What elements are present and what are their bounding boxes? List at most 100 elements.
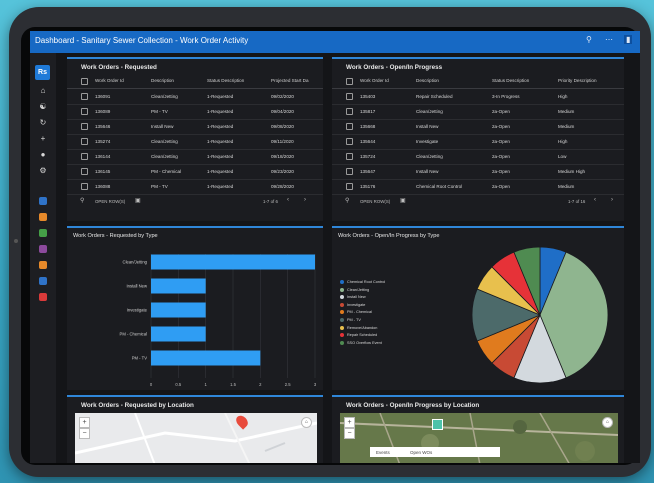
- zoom-in-button[interactable]: +: [79, 417, 90, 428]
- table-row[interactable]: 135176 Chemical Root Control 2a-Open Medium: [332, 179, 624, 195]
- network-icon[interactable]: ☯: [38, 102, 48, 112]
- table-icon[interactable]: ▣: [135, 197, 141, 204]
- bar[interactable]: [151, 350, 261, 366]
- zoom-out-button[interactable]: −: [344, 428, 355, 439]
- column-header[interactable]: Description: [151, 78, 174, 83]
- table-row[interactable]: 136091 Clean/Jetting 1-Requested 09/02/2020: [67, 89, 323, 105]
- table-row[interactable]: 135668 Install New 2a-Open Medium: [332, 119, 624, 135]
- table-cell: 09/04/2020: [271, 109, 294, 114]
- row-checkbox[interactable]: [346, 153, 353, 160]
- plus-icon[interactable]: +: [38, 134, 48, 144]
- search-icon[interactable]: ⚲: [586, 35, 592, 44]
- table-cell: 135668: [360, 124, 376, 129]
- table-row[interactable]: 136145 PM - Chemical 1-Requested 09/23/2020: [67, 164, 323, 180]
- bar[interactable]: [151, 302, 206, 318]
- column-header[interactable]: Priority Description: [558, 78, 597, 83]
- column-header[interactable]: Status Description: [492, 78, 529, 83]
- app-icon-6[interactable]: [39, 277, 47, 285]
- category-label: PM - TV: [132, 356, 147, 361]
- table-cell: Investigate: [416, 139, 439, 144]
- more-icon[interactable]: ⋯: [605, 35, 613, 44]
- history-icon[interactable]: ↻: [38, 118, 48, 128]
- sidebar: Rs ⌂ ☯ ↻ + ● ⚙: [30, 53, 56, 463]
- requested-map[interactable]: + − ⌂: [75, 413, 317, 463]
- row-checkbox[interactable]: [346, 138, 353, 145]
- row-checkbox[interactable]: [346, 183, 353, 190]
- row-checkbox[interactable]: [81, 108, 88, 115]
- zoom-out-button[interactable]: −: [79, 428, 90, 439]
- search-icon[interactable]: ⚲: [80, 197, 84, 204]
- table-cell: Install New: [416, 169, 439, 174]
- table-cell: 1-Requested: [207, 154, 234, 159]
- x-tick-label: 0.5: [175, 382, 181, 387]
- row-checkbox[interactable]: [346, 123, 353, 130]
- table-icon[interactable]: ▣: [400, 197, 406, 204]
- table-row[interactable]: 135644 Investigate 2a-Open High: [332, 134, 624, 150]
- row-checkbox[interactable]: [81, 123, 88, 130]
- category-label: Investigate: [127, 308, 148, 313]
- table-row[interactable]: 135724 Clean/Jetting 2a-Open Low: [332, 149, 624, 165]
- open-rows-button[interactable]: OPEN ROW(S): [360, 199, 390, 204]
- row-checkbox[interactable]: [346, 168, 353, 175]
- row-checkbox[interactable]: [81, 153, 88, 160]
- table-cell: PM - Chemical: [151, 169, 182, 174]
- next-page-icon[interactable]: ›: [611, 197, 613, 203]
- column-header[interactable]: Work Order Id: [360, 78, 389, 83]
- app-icon-4[interactable]: [39, 245, 47, 253]
- bar[interactable]: [151, 254, 315, 270]
- select-all-checkbox[interactable]: [81, 78, 88, 85]
- row-checkbox[interactable]: [346, 93, 353, 100]
- table-cell: 136145: [95, 169, 111, 174]
- column-header[interactable]: Status Description: [207, 78, 244, 83]
- app-icon-7[interactable]: [39, 293, 47, 301]
- bar[interactable]: [151, 278, 206, 294]
- open-rows-button[interactable]: OPEN ROW(S): [95, 199, 125, 204]
- next-page-icon[interactable]: ›: [304, 197, 306, 203]
- row-checkbox[interactable]: [346, 108, 353, 115]
- row-checkbox[interactable]: [81, 93, 88, 100]
- table-cell: Clean/Jetting: [151, 139, 178, 144]
- app-icon-1[interactable]: [39, 197, 47, 205]
- app-icon-3[interactable]: [39, 229, 47, 237]
- settings-icon[interactable]: ⚙: [38, 166, 48, 176]
- search-icon[interactable]: ⚲: [345, 197, 349, 204]
- bar[interactable]: [151, 326, 206, 342]
- prev-page-icon[interactable]: ‹: [594, 197, 596, 203]
- home-extent-icon[interactable]: ⌂: [301, 417, 312, 428]
- inprogress-map[interactable]: + − Events Open WOs ⌂: [340, 413, 618, 463]
- table-row[interactable]: 135274 Clean/Jetting 1-Requested 09/11/2020: [67, 134, 323, 150]
- home-icon[interactable]: ⌂: [38, 86, 48, 96]
- compass-icon[interactable]: ●: [38, 150, 48, 160]
- pagination-text: 1-7 of 6: [263, 199, 278, 204]
- open-wos-tab[interactable]: Open WOs: [410, 450, 432, 455]
- zoom-in-button[interactable]: +: [344, 417, 355, 428]
- table-row[interactable]: 135647 Install New 2a-Open Medium High: [332, 164, 624, 180]
- table-cell: Medium: [558, 184, 575, 189]
- inprogress-table-panel: Work Orders - Open/In Progress Work Orde…: [332, 57, 624, 221]
- table-row[interactable]: 135817 Clean/Jetting 2a-Open Medium: [332, 104, 624, 120]
- row-checkbox[interactable]: [81, 168, 88, 175]
- bookmark-icon[interactable]: ▮: [624, 35, 633, 44]
- home-extent-icon[interactable]: ⌂: [602, 417, 613, 428]
- row-checkbox[interactable]: [81, 183, 88, 190]
- table-cell: 135176: [360, 184, 376, 189]
- app-logo[interactable]: Rs: [35, 65, 50, 80]
- prev-page-icon[interactable]: ‹: [287, 197, 289, 203]
- app-icon-5[interactable]: [39, 261, 47, 269]
- table-row[interactable]: 135403 Repair Scheduled 3-In Progress High: [332, 89, 624, 105]
- map-marker-icon[interactable]: [432, 419, 443, 430]
- events-tab[interactable]: Events: [376, 450, 390, 455]
- table-cell: 1-Requested: [207, 124, 234, 129]
- table-row[interactable]: 136089 PM - TV 1-Requested 09/04/2020: [67, 104, 323, 120]
- table-row[interactable]: 136088 PM - TV 1-Requested 09/28/2020: [67, 179, 323, 195]
- table-cell: 3-In Progress: [492, 94, 520, 99]
- column-header[interactable]: Description: [416, 78, 439, 83]
- column-header[interactable]: Projected Start Da: [271, 78, 309, 83]
- column-header[interactable]: Work Order Id: [95, 78, 124, 83]
- app-icon-2[interactable]: [39, 213, 47, 221]
- select-all-checkbox[interactable]: [346, 78, 353, 85]
- table-cell: Install New: [151, 124, 174, 129]
- row-checkbox[interactable]: [81, 138, 88, 145]
- table-row[interactable]: 136144 Clean/Jetting 1-Requested 09/18/2020: [67, 149, 323, 165]
- table-row[interactable]: 135646 Install New 1-Requested 09/08/2020: [67, 119, 323, 135]
